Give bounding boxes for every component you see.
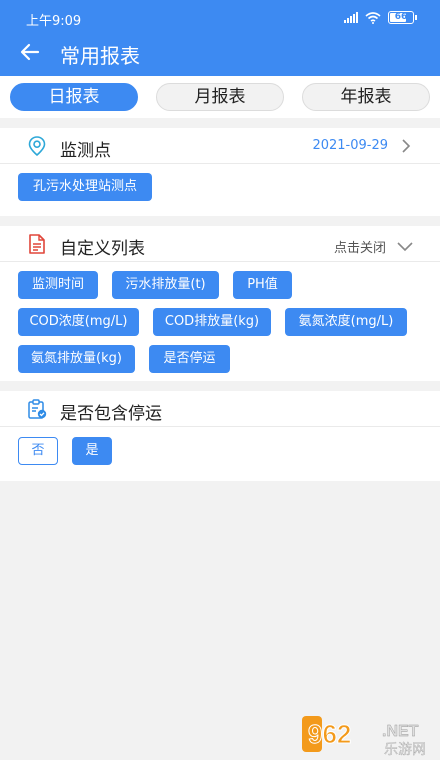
monitor-point-header[interactable]: 监测点 2021-09-29 xyxy=(0,128,440,164)
monitor-date[interactable]: 2021-09-29 xyxy=(312,138,388,153)
clipboard-check-icon xyxy=(28,399,47,419)
tab-monthly-report[interactable]: 月报表 xyxy=(156,83,284,111)
wifi-icon xyxy=(365,11,381,24)
include-shutdown-card: 是否包含停运 否 是 xyxy=(0,391,440,481)
tab-yearly-report[interactable]: 年报表 xyxy=(302,83,430,111)
signal-icon xyxy=(344,12,358,23)
status-icons: 66 xyxy=(344,11,417,24)
site-watermark-logo: 962 .NET 乐游网 xyxy=(300,714,434,758)
monitor-point-title: 监测点 xyxy=(60,141,111,161)
watermark-suffix: .NET xyxy=(382,723,419,740)
column-tag[interactable]: COD浓度(mg/L) xyxy=(18,308,139,336)
report-type-tabs: 日报表 月报表 年报表 xyxy=(0,76,440,118)
battery-level: 66 xyxy=(394,12,408,22)
monitor-point-card: 监测点 2021-09-29 孔污水处理站测点 xyxy=(0,128,440,216)
watermark-sub: 乐游网 xyxy=(384,742,426,758)
custom-columns-header[interactable]: 自定义列表 点击关闭 xyxy=(0,226,440,262)
custom-columns-title: 自定义列表 xyxy=(60,239,145,259)
location-pin-icon xyxy=(28,136,46,157)
selected-monitor-point[interactable]: 孔污水处理站测点 xyxy=(18,173,152,201)
chevron-down-icon[interactable] xyxy=(396,238,414,254)
battery-icon: 66 xyxy=(388,11,417,24)
column-tag[interactable]: PH值 xyxy=(233,271,292,299)
toggle-close-label[interactable]: 点击关闭 xyxy=(334,237,386,256)
option-no[interactable]: 否 xyxy=(18,437,58,465)
include-shutdown-header: 是否包含停运 xyxy=(0,391,440,427)
column-tag[interactable]: 氨氮浓度(mg/L) xyxy=(285,308,407,336)
watermark-number: 962 xyxy=(308,719,351,749)
arrow-left-icon[interactable] xyxy=(18,40,42,64)
column-tag[interactable]: 监测时间 xyxy=(18,271,98,299)
column-tag[interactable]: COD排放量(kg) xyxy=(153,308,271,336)
option-yes[interactable]: 是 xyxy=(72,437,112,465)
include-shutdown-title: 是否包含停运 xyxy=(60,404,162,424)
tab-daily-report[interactable]: 日报表 xyxy=(10,83,138,111)
column-tag[interactable]: 氨氮排放量(kg) xyxy=(18,345,135,373)
chevron-right-icon[interactable] xyxy=(398,138,414,154)
column-tag[interactable]: 污水排放量(t) xyxy=(112,271,219,299)
custom-columns-card: 自定义列表 点击关闭 监测时间 污水排放量(t) PH值 COD浓度(mg/L)… xyxy=(0,226,440,381)
page-title: 常用报表 xyxy=(60,44,140,68)
app-header: 上午9:09 66 常用报表 xyxy=(0,0,440,76)
document-icon xyxy=(29,234,45,254)
column-tag[interactable]: 是否停运 xyxy=(149,345,230,373)
status-bar: 上午9:09 66 xyxy=(0,0,440,34)
status-time: 上午9:09 xyxy=(26,14,82,29)
